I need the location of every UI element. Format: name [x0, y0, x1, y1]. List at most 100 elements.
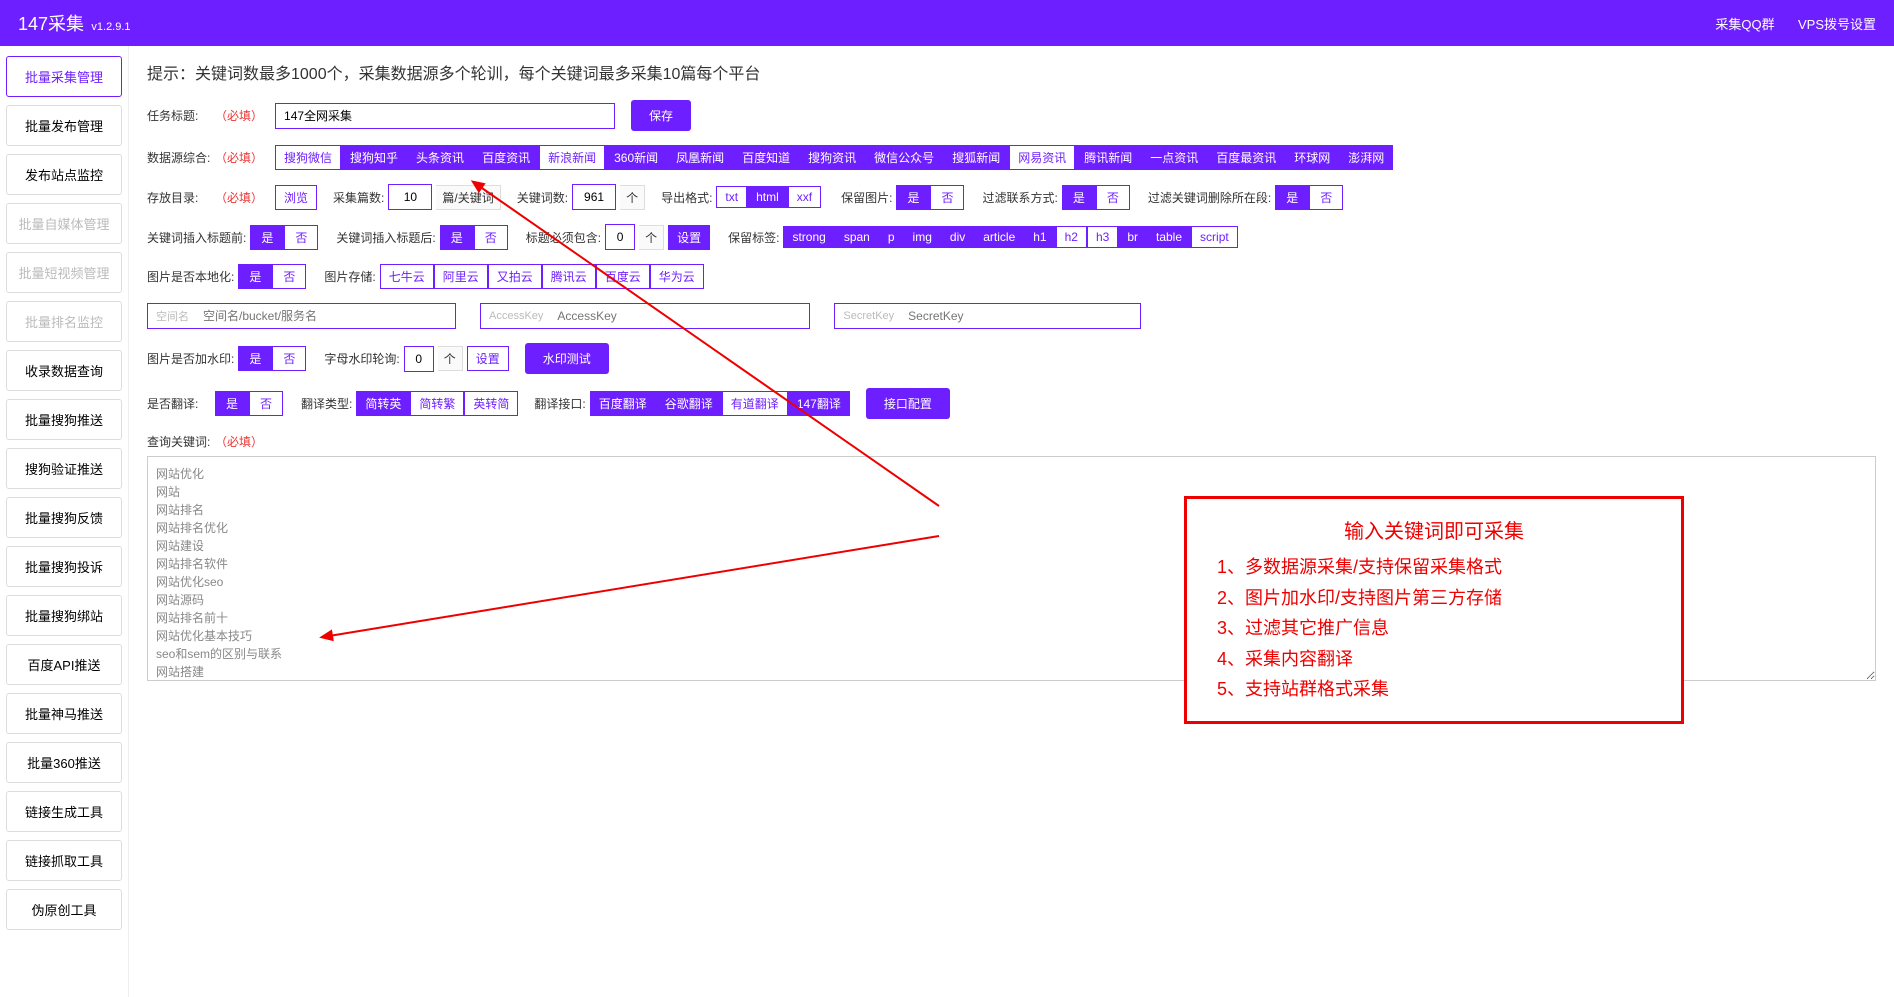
source-tag[interactable]: 搜狗知乎 — [341, 145, 407, 170]
source-tag[interactable]: 搜狐新闻 — [943, 145, 1009, 170]
source-tag[interactable]: 百度知道 — [733, 145, 799, 170]
sidebar-item[interactable]: 搜狗验证推送 — [6, 448, 122, 489]
keep-tag[interactable]: img — [904, 226, 941, 248]
source-tag[interactable]: 一点资讯 — [1141, 145, 1207, 170]
source-tag[interactable]: 凤凰新闻 — [667, 145, 733, 170]
sidebar-item[interactable]: 发布站点监控 — [6, 154, 122, 195]
trans-type-tag[interactable]: 简转繁 — [410, 391, 464, 416]
watermark-toggle[interactable]: 是否 — [238, 346, 306, 371]
keep-tag[interactable]: strong — [783, 226, 834, 248]
format-tag[interactable]: txt — [716, 186, 747, 208]
trans-type-tag[interactable]: 英转简 — [464, 391, 518, 416]
format-tag[interactable]: xxf — [788, 186, 821, 208]
trans-api-tag[interactable]: 百度翻译 — [590, 391, 656, 416]
translate-toggle[interactable]: 是否 — [215, 391, 283, 416]
sidebar-item[interactable]: 批量搜狗反馈 — [6, 497, 122, 538]
sidebar-item[interactable]: 伪原创工具 — [6, 889, 122, 930]
sidebar-item[interactable]: 收录数据查询 — [6, 350, 122, 391]
cloud-store-tag[interactable]: 腾讯云 — [542, 264, 596, 289]
per-count-input[interactable] — [388, 184, 432, 210]
insert-after-label: 关键词插入标题后: — [336, 229, 435, 246]
source-tag[interactable]: 头条资讯 — [407, 145, 473, 170]
trans-api-tag[interactable]: 谷歌翻译 — [656, 391, 722, 416]
insert-after-toggle[interactable]: 是否 — [440, 225, 508, 250]
keep-img-toggle[interactable]: 是否 — [896, 185, 964, 210]
keep-tag[interactable]: table — [1147, 226, 1191, 248]
trans-api-tag[interactable]: 有道翻译 — [722, 391, 788, 416]
app-title: 147采集 v1.2.9.1 — [18, 10, 131, 36]
keep-img-label: 保留图片: — [841, 189, 892, 206]
link-qq-group[interactable]: 采集QQ群 — [1715, 17, 1774, 32]
sidebar-item[interactable]: 批量搜狗绑站 — [6, 595, 122, 636]
sidebar-item[interactable]: 链接抓取工具 — [6, 840, 122, 881]
keep-tag[interactable]: script — [1191, 226, 1238, 248]
sidebar-item[interactable]: 批量搜狗投诉 — [6, 546, 122, 587]
space-prefix: 空间名 — [148, 308, 195, 324]
task-title-input[interactable] — [275, 103, 615, 129]
export-fmt-label: 导出格式: — [661, 189, 712, 206]
space-input[interactable] — [195, 304, 455, 328]
task-title-label: 任务标题: — [147, 107, 211, 124]
keep-tag[interactable]: br — [1118, 226, 1147, 248]
sidebar-item[interactable]: 批量神马推送 — [6, 693, 122, 734]
cloud-store-tag[interactable]: 阿里云 — [434, 264, 488, 289]
cloud-store-tag[interactable]: 百度云 — [596, 264, 650, 289]
keep-tag[interactable]: span — [835, 226, 879, 248]
keep-tag[interactable]: h3 — [1087, 226, 1118, 248]
source-tag[interactable]: 搜狗微信 — [275, 145, 341, 170]
keep-tag[interactable]: article — [974, 226, 1024, 248]
sidebar-item[interactable]: 百度API推送 — [6, 644, 122, 685]
source-tag[interactable]: 百度最资讯 — [1207, 145, 1285, 170]
annotation-item: 1、多数据源采集/支持保留采集格式 — [1217, 552, 1651, 583]
must-set-button[interactable]: 设置 — [668, 225, 710, 250]
format-tag[interactable]: html — [747, 186, 788, 208]
source-tag[interactable]: 网易资讯 — [1009, 145, 1075, 170]
browse-button[interactable]: 浏览 — [275, 185, 317, 210]
cloud-store-tag[interactable]: 七牛云 — [380, 264, 434, 289]
source-tag[interactable]: 腾讯新闻 — [1075, 145, 1141, 170]
img-local-toggle[interactable]: 是否 — [238, 264, 306, 289]
sidebar-item: 批量自媒体管理 — [6, 203, 122, 244]
secretkey-input[interactable] — [900, 304, 1140, 328]
filter-contact-toggle[interactable]: 是否 — [1062, 185, 1130, 210]
must-contain-input[interactable] — [605, 224, 635, 250]
save-button[interactable]: 保存 — [631, 100, 691, 131]
required-mark: （必填） — [215, 189, 263, 206]
source-tag[interactable]: 环球网 — [1285, 145, 1339, 170]
accesskey-input[interactable] — [549, 304, 809, 328]
sidebar-item[interactable]: 批量发布管理 — [6, 105, 122, 146]
source-tag[interactable]: 搜狗资讯 — [799, 145, 865, 170]
trans-type-tag[interactable]: 简转英 — [356, 391, 410, 416]
wm-rotate-input[interactable] — [404, 346, 434, 372]
trans-api-tag[interactable]: 147翻译 — [788, 391, 850, 416]
source-tag[interactable]: 百度资讯 — [473, 145, 539, 170]
filter-contact-label: 过滤联系方式: — [982, 189, 1057, 206]
source-tag[interactable]: 微信公众号 — [865, 145, 943, 170]
wm-set-button[interactable]: 设置 — [467, 346, 509, 371]
cloud-store-tag[interactable]: 又拍云 — [488, 264, 542, 289]
watermark-label: 图片是否加水印: — [147, 350, 234, 367]
sidebar-item[interactable]: 批量搜狗推送 — [6, 399, 122, 440]
link-vps-dial[interactable]: VPS拨号设置 — [1798, 17, 1876, 32]
source-tag[interactable]: 澎湃网 — [1339, 145, 1393, 170]
trans-type-label: 翻译类型: — [301, 395, 352, 412]
keep-tag[interactable]: h2 — [1056, 226, 1087, 248]
keep-tag[interactable]: p — [879, 226, 904, 248]
delete-para-toggle[interactable]: 是否 — [1275, 185, 1343, 210]
insert-before-toggle[interactable]: 是否 — [250, 225, 318, 250]
sidebar-item[interactable]: 链接生成工具 — [6, 791, 122, 832]
source-tag[interactable]: 360新闻 — [605, 145, 667, 170]
wm-test-button[interactable]: 水印测试 — [525, 343, 609, 374]
cloud-store-tag[interactable]: 华为云 — [650, 264, 704, 289]
api-config-button[interactable]: 接口配置 — [866, 388, 950, 419]
query-kw-label: 查询关键词: — [147, 433, 211, 450]
source-tag[interactable]: 新浪新闻 — [539, 145, 605, 170]
keep-tag[interactable]: h1 — [1024, 226, 1055, 248]
main-panel: 提示：关键词数最多1000个，采集数据源多个轮训，每个关键词最多采集10篇每个平… — [128, 46, 1894, 997]
sidebar-item[interactable]: 批量采集管理 — [6, 56, 122, 97]
sidebar-item[interactable]: 批量360推送 — [6, 742, 122, 783]
page-hint: 提示：关键词数最多1000个，采集数据源多个轮训，每个关键词最多采集10篇每个平… — [147, 60, 1876, 84]
keep-tag[interactable]: div — [941, 226, 974, 248]
insert-before-label: 关键词插入标题前: — [147, 229, 246, 246]
kw-count-input[interactable] — [572, 184, 616, 210]
